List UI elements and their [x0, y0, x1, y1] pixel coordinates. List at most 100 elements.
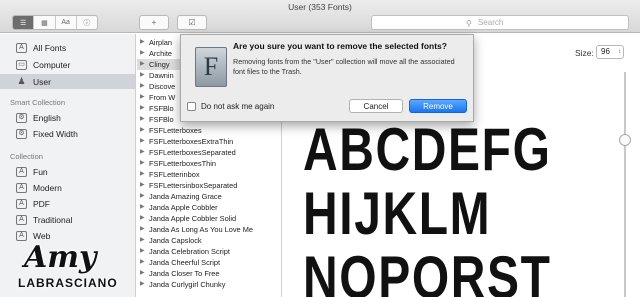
font-family-name: Clingy [149, 60, 170, 69]
font-family-name: FSFLetterinbox [149, 170, 200, 179]
font-family-name: Janda Cheerful Script [149, 258, 221, 267]
font-list-item[interactable]: ▶ Janda Apple Cobbler [137, 202, 281, 213]
collection-icon: A [16, 166, 27, 177]
disclosure-triangle-icon[interactable]: ▶ [140, 92, 145, 103]
sidebar-item-label: Fun [33, 166, 48, 177]
view-mode-segmented-control[interactable]: ☰ ▦ Aa ⓘ [12, 15, 98, 30]
font-family-name: Janda Apple Cobbler [149, 203, 218, 212]
collection-icon: A [16, 182, 27, 193]
remove-fonts-dialog: F Are you sure you want to remove the se… [180, 34, 474, 122]
sidebar-item-label: User [33, 76, 51, 87]
font-list-item[interactable]: ▶ FSFLetterboxesSeparated [137, 147, 281, 158]
checkbox-box[interactable] [187, 102, 196, 111]
collection-icon: A [16, 214, 27, 225]
size-value: 96 [601, 47, 610, 56]
disclosure-triangle-icon[interactable]: ▶ [140, 48, 145, 59]
size-slider-knob[interactable] [619, 133, 631, 146]
font-list-item[interactable]: ▶ FSFLettersinboxSeparated [137, 180, 281, 191]
disclosure-triangle-icon[interactable]: ▶ [140, 114, 145, 125]
add-font-button[interactable]: + [139, 15, 169, 30]
cancel-button[interactable]: Cancel [349, 99, 403, 113]
sidebar-item-traditional[interactable]: A Traditional [0, 212, 135, 227]
sidebar-item-fun[interactable]: A Fun [0, 164, 135, 179]
font-list-item[interactable]: ▶ FSFLetterinbox [137, 169, 281, 180]
sidebar-item-user[interactable]: ♟ User [0, 74, 135, 89]
font-family-name: FSFLetterboxesExtraThin [149, 137, 234, 146]
font-list-item[interactable]: ▶ Janda Celebration Script [137, 246, 281, 257]
smart-collection-icon: ⚙ [16, 112, 27, 123]
info-view-button[interactable]: ⓘ [77, 16, 97, 29]
search-input[interactable]: ⚲ Search [371, 15, 629, 30]
disclosure-triangle-icon[interactable]: ▶ [140, 147, 145, 158]
font-list-item[interactable]: ▶ Janda Closer To Free [137, 268, 281, 279]
font-list-item[interactable]: ▶ FSFLetterboxes [137, 125, 281, 136]
sidebar-item-all-fonts[interactable]: A All Fonts [0, 40, 135, 55]
smart-collection-icon: ⚙ [16, 128, 27, 139]
font-list-item[interactable]: ▶ FSFLetterboxesThin [137, 158, 281, 169]
font-list-item[interactable]: ▶ Janda Apple Cobbler Solid [137, 213, 281, 224]
font-family-name: Janda Celebration Script [149, 247, 230, 256]
remove-button[interactable]: Remove [409, 99, 467, 113]
disclosure-triangle-icon[interactable]: ▶ [140, 70, 145, 81]
font-family-name: FSFBlo [149, 115, 174, 124]
disclosure-triangle-icon[interactable]: ▶ [140, 169, 145, 180]
disclosure-triangle-icon[interactable]: ▶ [140, 59, 145, 70]
sample-line: ABCDEFG [303, 116, 552, 183]
font-list-item[interactable]: ▶ Janda As Long As You Love Me [137, 224, 281, 235]
sidebar-item-label: Web [33, 230, 51, 241]
sidebar-item-label: Traditional [33, 214, 73, 225]
search-placeholder: Search [478, 18, 504, 27]
grid-view-button[interactable]: ▦ [34, 16, 56, 29]
font-family-name: Janda Curlygirl Chunky [149, 280, 226, 289]
font-list-item[interactable]: ▶ Janda Curlygirl Chunky [137, 279, 281, 290]
font-family-name: Dawnin [149, 71, 174, 80]
dialog-title: Are you sure you want to remove the sele… [233, 41, 447, 51]
disclosure-triangle-icon[interactable]: ▶ [140, 136, 145, 147]
disclosure-triangle-icon[interactable]: ▶ [140, 103, 145, 114]
disclosure-triangle-icon[interactable]: ▶ [140, 202, 145, 213]
disclosure-triangle-icon[interactable]: ▶ [140, 158, 145, 169]
font-family-name: FSFLettersinboxSeparated [149, 181, 238, 190]
watermark-script: Amy [24, 240, 97, 275]
disclosure-triangle-icon[interactable]: ▶ [140, 224, 145, 235]
enable-font-button[interactable]: ☑ [177, 15, 207, 30]
font-list-item[interactable]: ▶ FSFLetterboxesExtraThin [137, 136, 281, 147]
all-fonts-icon: A [16, 42, 27, 53]
font-family-name: Archite [149, 49, 173, 58]
computer-icon: ▭ [16, 59, 27, 70]
sidebar-item-fixed-width[interactable]: ⚙ Fixed Width [0, 126, 135, 141]
watermark-logo: Amy LABRASCIANO [14, 240, 144, 297]
sidebar-item-english[interactable]: ⚙ English [0, 110, 135, 125]
disclosure-triangle-icon[interactable]: ▶ [140, 37, 145, 48]
font-list-item[interactable]: ▶ Janda Amazing Grace [137, 191, 281, 202]
toolbar: User (353 Fonts) ☰ ▦ Aa ⓘ + ☑ ⚲ Search [0, 0, 640, 33]
disclosure-triangle-icon[interactable]: ▶ [140, 213, 145, 224]
sidebar-item-label: PDF [33, 198, 50, 209]
sample-view-button[interactable]: Aa [56, 16, 77, 29]
font-list-item[interactable]: ▶ Janda Capslock [137, 235, 281, 246]
user-icon: ♟ [17, 76, 26, 86]
font-list-item[interactable]: ▶ Janda Cheerful Script [137, 257, 281, 268]
sidebar-item-computer[interactable]: ▭ Computer [0, 57, 135, 72]
list-view-button[interactable]: ☰ [13, 16, 35, 29]
sample-line: NOPQRST [303, 244, 552, 297]
sidebar-item-label: Fixed Width [33, 128, 78, 139]
disclosure-triangle-icon[interactable]: ▶ [140, 81, 145, 92]
do-not-ask-checkbox[interactable]: Do not ask me again [187, 102, 274, 111]
sidebar-item-modern[interactable]: A Modern [0, 180, 135, 195]
collection-icon: A [16, 230, 27, 241]
size-slider[interactable] [624, 72, 626, 297]
size-select[interactable]: 96 ↕ [596, 45, 624, 59]
disclosure-triangle-icon[interactable]: ▶ [140, 180, 145, 191]
sidebar-item-label: All Fonts [33, 42, 67, 53]
font-family-name: FSFBlo [149, 104, 174, 113]
disclosure-triangle-icon[interactable]: ▶ [140, 191, 145, 202]
sample-line: HIJKLM [303, 180, 492, 247]
disclosure-triangle-icon[interactable]: ▶ [140, 125, 145, 136]
font-family-name: From W [149, 93, 176, 102]
watermark-name: LABRASCIANO [18, 276, 118, 290]
chevron-updown-icon: ↕ [618, 49, 621, 55]
sidebar-item-pdf[interactable]: A PDF [0, 196, 135, 211]
search-icon: ⚲ [466, 19, 472, 28]
font-family-name: Janda Apple Cobbler Solid [149, 214, 237, 223]
